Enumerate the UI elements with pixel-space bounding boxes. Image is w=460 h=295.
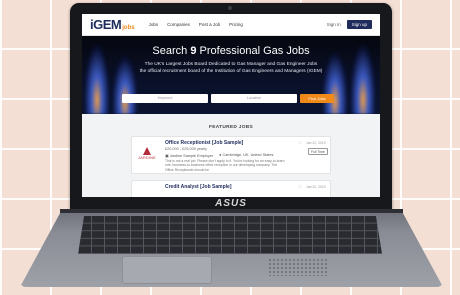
location-input[interactable]: Location [211, 94, 297, 103]
job-search-form: Keyword Location Find Jobs [122, 94, 334, 103]
asus-logo: ASUS [215, 198, 247, 209]
job-date: Jan 22, 2019 [306, 141, 326, 145]
touchpad [122, 256, 212, 284]
job-title-link[interactable]: Office Receptionist [Job Sample] [165, 140, 243, 146]
nav-item-pricing[interactable]: Pricing [229, 22, 243, 27]
job-meta: ▣ Jardine Sample Employer ● Cambridge, U… [165, 153, 273, 158]
hero-banner: Search 9 Professional Gas Jobs The UK's … [82, 36, 380, 114]
company-logo-mark [143, 147, 151, 155]
job-company: ▣ Jardine Sample Employer [165, 153, 213, 158]
building-icon: ▣ [165, 154, 169, 158]
laptop-lid: iGEM jobs Jobs Companies Post a Job Pric… [70, 3, 392, 210]
location-pin-icon: ● [219, 153, 222, 157]
job-salary: £20,000 - £25,000 yearly [165, 147, 208, 151]
webcam [228, 6, 232, 10]
site-header: iGEM jobs Jobs Companies Post a Job Pric… [82, 14, 380, 36]
keyword-input[interactable]: Keyword [122, 94, 208, 103]
logo-sub-text: jobs [122, 25, 135, 31]
company-logo-text: JARDINE [138, 156, 156, 160]
job-location: ● Cambridge, UK, United States [219, 153, 273, 158]
featured-jobs-heading: FEATURED JOBS [208, 125, 254, 130]
nav-item-companies[interactable]: Companies [167, 22, 190, 27]
nav-item-jobs[interactable]: Jobs [149, 22, 159, 27]
star-icon[interactable]: ☆ [298, 140, 302, 146]
igem-jobs-logo[interactable]: iGEM jobs [90, 17, 135, 32]
star-icon[interactable]: ☆ [298, 184, 302, 190]
company-logo[interactable]: JARDINE [136, 147, 158, 160]
sign-in-link[interactable]: Sign In [327, 22, 341, 27]
job-count: 9 [190, 45, 197, 57]
job-card[interactable]: Credit Analyst [Job Sample] ☆ Jan 22, 20… [131, 180, 331, 197]
job-description: This is not a real job. Please don't app… [165, 159, 285, 172]
job-card[interactable]: JARDINE Office Receptionist [Job Sample]… [131, 136, 331, 174]
job-date: Jan 22, 2019 [306, 185, 326, 189]
hero-title-suffix: Professional Gas Jobs [199, 45, 310, 57]
hero-subtitle-line-2: the official recruitment board of the In… [139, 68, 323, 74]
laptop-screen: iGEM jobs Jobs Companies Post a Job Pric… [82, 14, 380, 197]
main-nav: Jobs Companies Post a Job Pricing [149, 22, 243, 27]
job-title-link[interactable]: Credit Analyst [Job Sample] [165, 184, 232, 190]
auth-links: Sign In Sign up [327, 20, 372, 29]
find-jobs-button[interactable]: Find Jobs [300, 94, 334, 103]
hero-subtitle: The UK's Largest Jobs Board Dedicated to… [82, 62, 380, 75]
nav-item-post-a-job[interactable]: Post a Job [199, 22, 220, 27]
speaker-grille [268, 258, 328, 276]
laptop-hinge [60, 209, 403, 213]
job-type-badge: Full Time [308, 148, 328, 155]
job-location-name: Cambridge, UK, United States [222, 153, 274, 157]
sign-up-button[interactable]: Sign up [346, 20, 372, 29]
logo-main-text: iGEM [90, 17, 122, 32]
hero-title-prefix: Search [152, 45, 188, 57]
laptop-keyboard [78, 216, 382, 254]
job-company-name: Jardine Sample Employer [169, 154, 214, 158]
hero-title: Search 9 Professional Gas Jobs [82, 36, 380, 57]
